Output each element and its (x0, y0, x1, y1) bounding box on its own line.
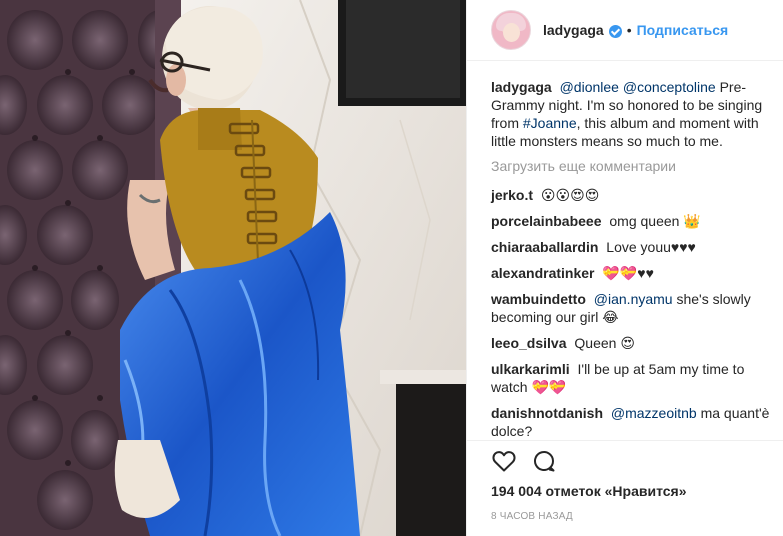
action-icons (491, 441, 759, 481)
photo-illustration (0, 0, 466, 536)
comment-text: Love youu♥♥♥ (606, 239, 696, 255)
comment-item: chiaraaballardin Love youu♥♥♥ (491, 238, 775, 256)
caption-mention-2[interactable]: @conceptoline (623, 79, 716, 95)
load-more-comments-button[interactable]: Загрузить еще комментарии (491, 158, 775, 174)
post-caption: ladygaga @dionlee @conceptoline Pre-Gram… (491, 78, 775, 150)
comment-item: danishnotdanish @mazzeoitnb ma quant'è d… (491, 404, 775, 440)
header-separator: • (626, 22, 632, 38)
verified-badge-icon (608, 24, 622, 38)
comment-button[interactable] (531, 448, 557, 474)
comment-icon (534, 451, 555, 472)
post-actions: 194 004 отметок «Нравится» 8 часов назад (467, 440, 783, 522)
comment-text: 💝💝♥♥ (602, 265, 654, 281)
author-username[interactable]: ladygaga (543, 22, 604, 38)
comment-item: jerko.t 😮😮😍😍 (491, 186, 775, 204)
comment-item: wambuindetto @ian.nyamu she's slowly bec… (491, 290, 775, 326)
post-timestamp[interactable]: 8 часов назад (491, 511, 759, 522)
caption-hashtag[interactable]: #Joanne (523, 115, 577, 131)
comment-mention[interactable]: @ian.nyamu (594, 291, 673, 307)
comment-username[interactable]: leeo_dsilva (491, 335, 567, 351)
comment-text: 😮😮😍😍 (540, 187, 600, 203)
post-side-panel: ladygaga • Подписаться ladygaga @dionlee… (466, 0, 783, 536)
comment-item: ulkarkarimli I'll be up at 5am my time t… (491, 360, 775, 396)
comment-username[interactable]: wambuindetto (491, 291, 586, 307)
comment-username[interactable]: ulkarkarimli (491, 361, 570, 377)
comment-text: Queen 😍 (574, 335, 635, 351)
comment-username[interactable]: porcelainbabeee (491, 213, 602, 229)
avatar-face (503, 23, 520, 42)
comment-item: leeo_dsilva Queen 😍 (491, 334, 775, 352)
like-button[interactable] (491, 448, 517, 474)
post-photo[interactable] (0, 0, 466, 536)
heart-icon (492, 451, 516, 472)
comment-item: porcelainbabeee omg queen 👑 (491, 212, 775, 230)
author-avatar[interactable] (491, 10, 531, 50)
caption-mention-1[interactable]: @dionlee (560, 79, 619, 95)
comment-username[interactable]: chiaraaballardin (491, 239, 598, 255)
comment-mention[interactable]: @mazzeoitnb (611, 405, 697, 421)
comments-list[interactable]: ladygaga @dionlee @conceptoline Pre-Gram… (467, 62, 783, 440)
comment-username[interactable]: jerko.t (491, 187, 533, 203)
caption-username[interactable]: ladygaga (491, 79, 552, 95)
post-header: ladygaga • Подписаться (467, 0, 783, 61)
comment-text: omg queen 👑 (609, 213, 701, 229)
follow-button[interactable]: Подписаться (637, 22, 729, 38)
likes-count[interactable]: 194 004 отметок «Нравится» (491, 483, 759, 499)
comment-username[interactable]: alexandratinker (491, 265, 595, 281)
comment-item: alexandratinker 💝💝♥♥ (491, 264, 775, 282)
comment-username[interactable]: danishnotdanish (491, 405, 603, 421)
